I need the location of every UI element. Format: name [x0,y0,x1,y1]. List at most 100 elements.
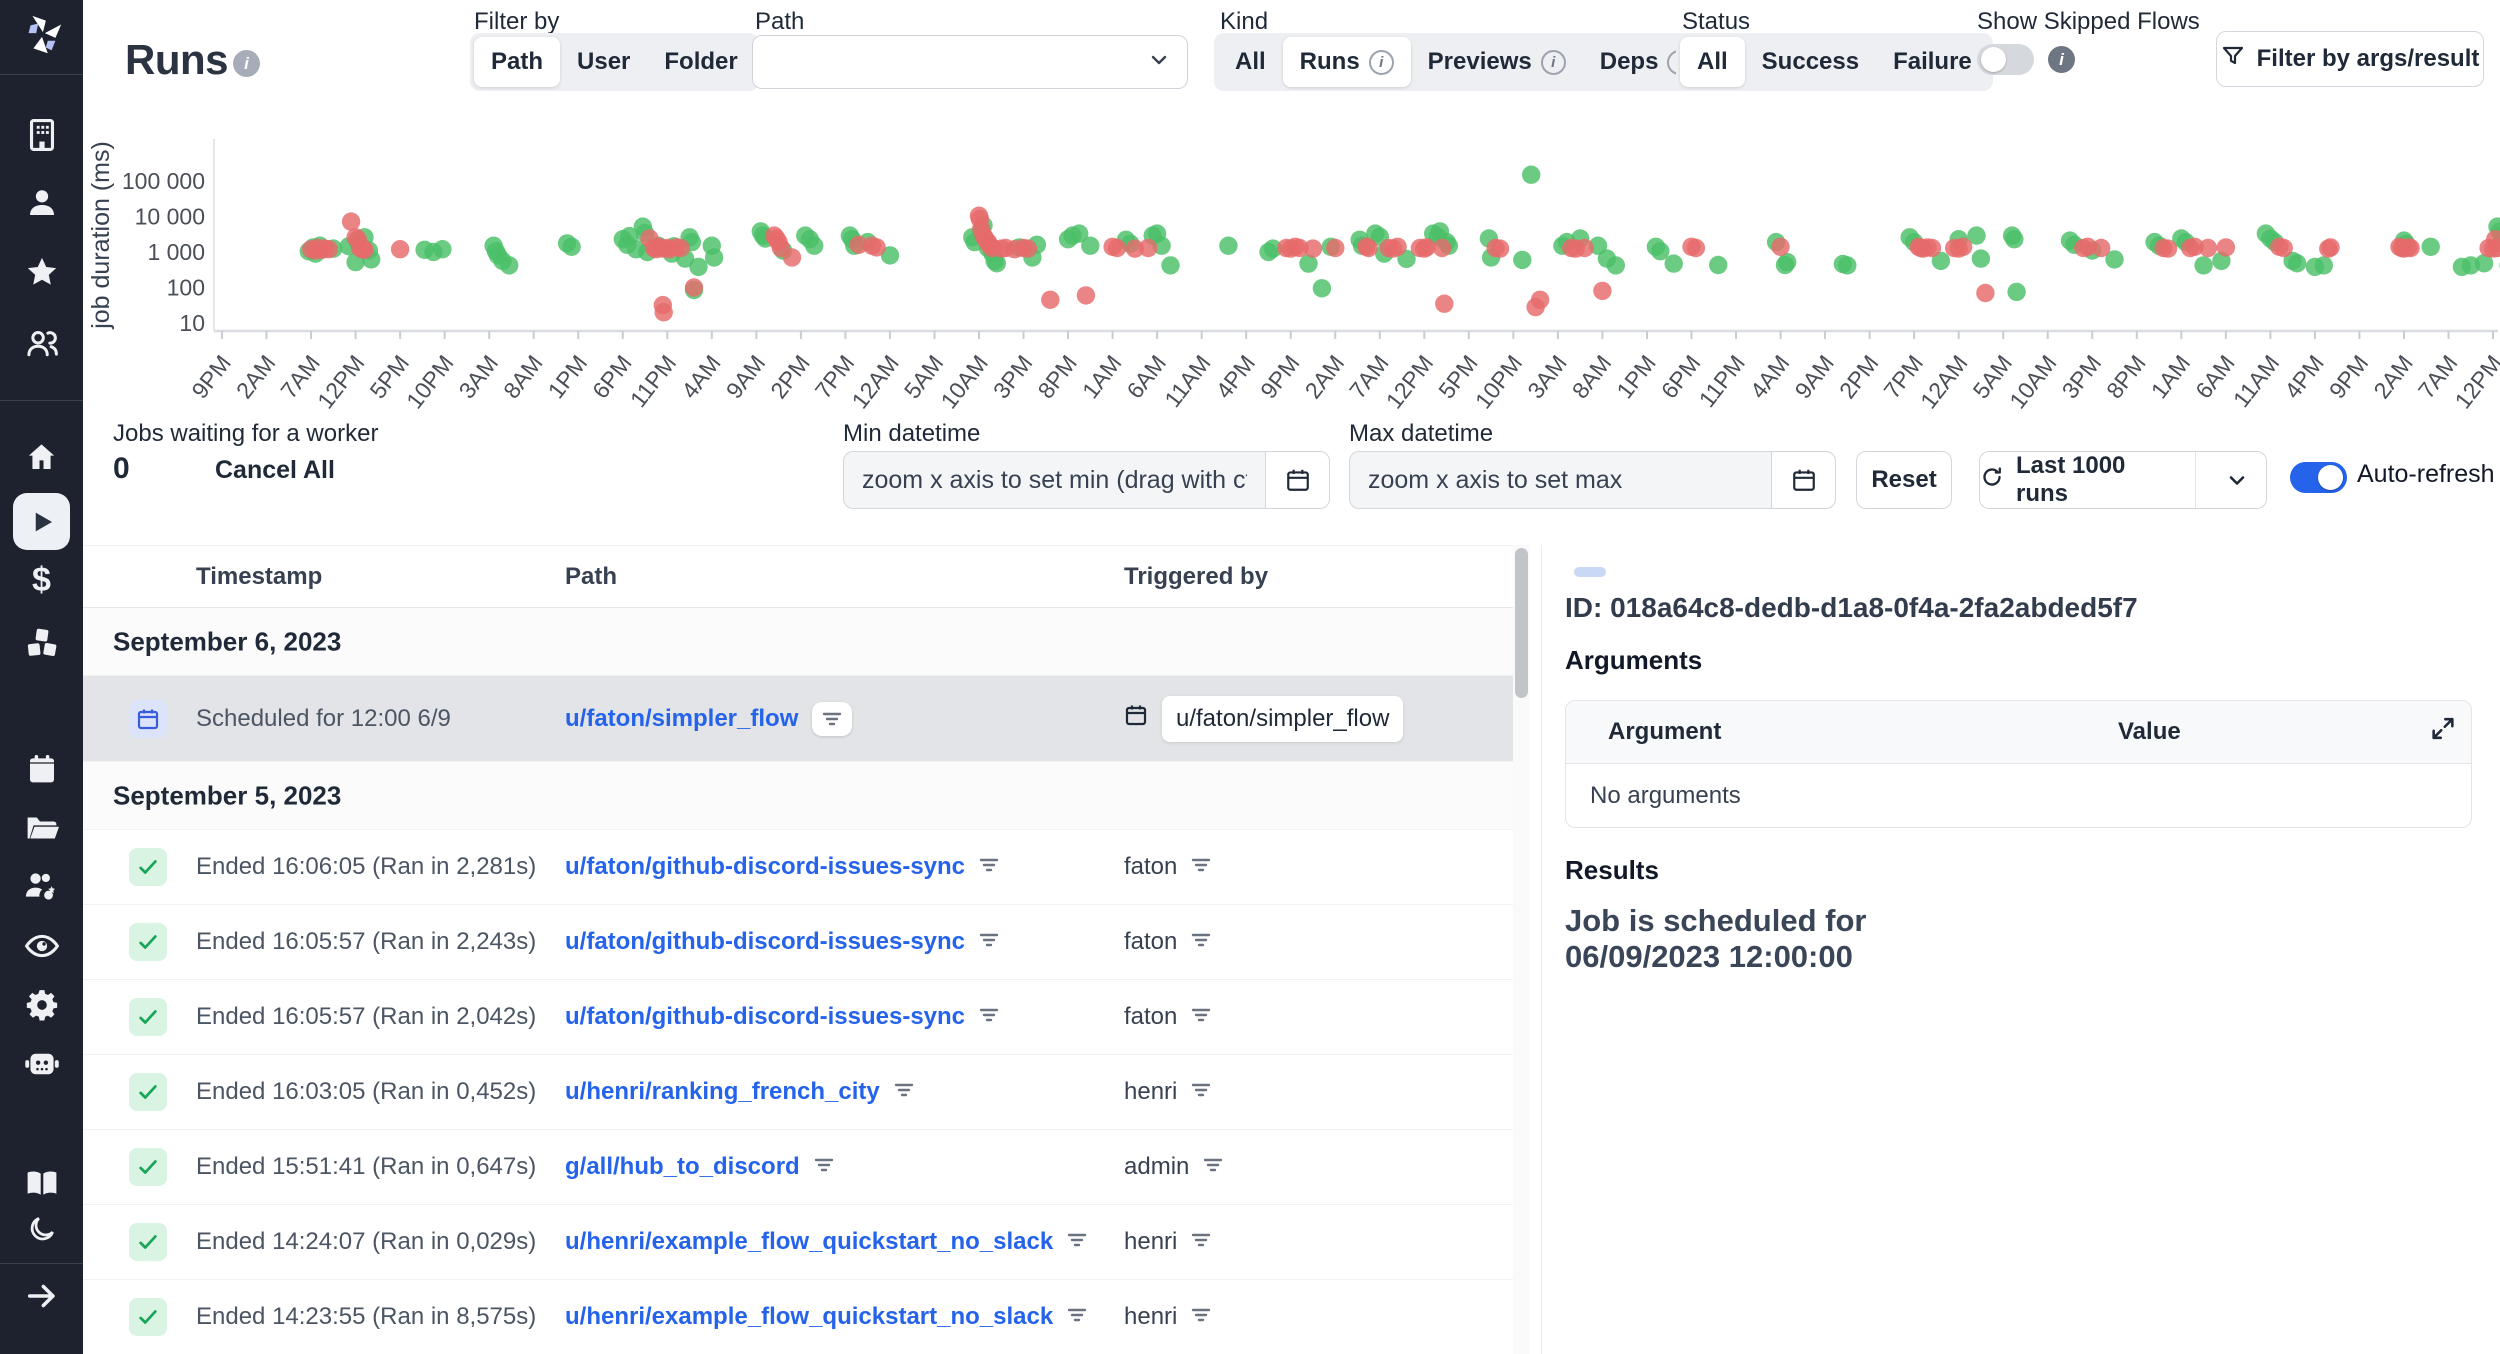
eye-icon[interactable] [0,922,83,970]
triggered-filter-icon[interactable] [1191,1303,1211,1331]
svg-text:8PM: 8PM [2101,350,2151,403]
col-argument: Argument [1608,718,1721,746]
skipped-flows-toggle[interactable] [1977,44,2034,75]
path-filter-icon[interactable] [814,1156,834,1179]
status-all-option[interactable]: All [1680,37,1745,87]
path-filter-icon[interactable] [1067,1231,1087,1254]
table-row[interactable]: Ended 16:03:05 (Ran in 0,452s)u/henri/ra… [83,1055,1513,1130]
user-icon[interactable] [0,179,83,227]
auto-refresh-toggle[interactable] [2290,462,2347,493]
reset-button[interactable]: Reset [1856,451,1952,509]
runs-info-icon[interactable]: i [233,50,260,77]
filter-by-path-option[interactable]: Path [474,37,560,87]
robot-icon[interactable] [0,1040,83,1088]
status-failure-option[interactable]: Failure [1876,37,1989,87]
run-timestamp: Ended 16:05:57 (Ran in 2,042s) [196,1003,536,1031]
max-datetime-input-group [1349,451,1836,509]
dollar-icon[interactable]: $ [0,556,83,604]
path-filter-icon[interactable] [979,1006,999,1029]
status-success-option[interactable]: Success [1745,37,1876,87]
filter-by-folder-option[interactable]: Folder [647,37,754,87]
table-row[interactable]: Ended 16:06:05 (Ran in 2,281s) u/faton/gi… [83,830,1513,905]
windmill-logo-icon[interactable] [19,12,65,58]
folder-icon[interactable] [0,804,83,852]
col-timestamp: Timestamp [196,563,322,591]
run-triggered-cell: henri [1124,1303,1211,1331]
auto-refresh-label: Auto-refresh [2357,460,2495,489]
triggered-filter-icon[interactable] [1191,928,1211,956]
run-path-link[interactable]: u/faton/github-discord-issues-sync [565,1003,965,1031]
table-row[interactable]: Ended 14:23:55 (Ran in 8,575s)u/henri/ex… [83,1280,1513,1354]
sidebar-divider [0,400,83,401]
moon-icon[interactable] [0,1205,83,1253]
triggered-filter-icon[interactable] [1203,1153,1223,1181]
scheduled-calendar-icon [129,700,167,738]
svg-text:12AM: 12AM [1915,350,1972,413]
kind-previews-option[interactable]: Previewsi [1411,37,1583,87]
last-runs-dropdown-button[interactable] [2208,468,2266,492]
triggered-filter-icon[interactable] [1191,853,1211,881]
user-group-icon[interactable] [0,319,83,367]
triggered-by-badge: u/faton/simpler_flow [1162,696,1403,742]
max-datetime-input[interactable] [1350,452,1771,508]
star-icon[interactable] [0,248,83,296]
runs-duration-chart[interactable]: 100 00010 0001 00010010job duration (ms)… [83,105,2500,415]
calendar-icon[interactable] [0,745,83,793]
user-gear-icon[interactable] [0,861,83,909]
svg-text:2AM: 2AM [1300,350,1350,403]
path-filter-icon[interactable] [894,1081,914,1104]
run-path-link[interactable]: u/henri/example_flow_quickstart_no_slack [565,1228,1053,1256]
arrow-right-icon[interactable] [0,1272,83,1320]
building-icon[interactable] [0,111,83,159]
triggered-filter-icon[interactable] [1191,1003,1211,1031]
run-path-cell: u/faton/github-discord-issues-sync [565,928,999,956]
max-datetime-calendar-button[interactable] [1771,452,1835,508]
table-row[interactable]: Ended 16:05:57 (Ran in 2,243s)u/faton/gi… [83,905,1513,980]
filter-by-user-option[interactable]: User [560,37,647,87]
filter-args-result-button[interactable]: Filter by args/result [2216,31,2484,87]
series-success [300,166,2500,304]
last-runs-button[interactable]: Last 1000 runs [1980,452,2183,508]
run-timestamp: Ended 16:06:05 (Ran in 2,281s) [196,853,536,881]
table-row[interactable]: Ended 15:51:41 (Ran in 0,647s)g/all/hub_… [83,1130,1513,1205]
min-datetime-input[interactable] [844,452,1265,508]
run-path-link[interactable]: g/all/hub_to_discord [565,1153,800,1181]
home-icon[interactable] [0,433,83,481]
status-label: Status [1682,8,1750,36]
scrollbar-thumb[interactable] [1515,548,1528,698]
success-check-icon [129,1298,167,1336]
run-path-link[interactable]: u/faton/github-discord-issues-sync [565,928,965,956]
run-path-link[interactable]: u/faton/simpler_flow [565,705,798,733]
kind-runs-option[interactable]: Runsi [1283,37,1411,87]
book-icon[interactable] [0,1159,83,1207]
info-icon: i [1541,50,1566,75]
cancel-all-button[interactable]: Cancel All [215,456,335,485]
panel-drag-handle[interactable] [1574,567,1606,577]
cubes-icon[interactable] [0,619,83,667]
path-filter-icon[interactable] [812,702,852,736]
svg-text:10PM: 10PM [401,350,458,413]
table-row[interactable]: Ended 14:24:07 (Ran in 0,029s) u/henri/ex… [83,1205,1513,1280]
svg-text:4AM: 4AM [676,350,726,403]
run-path-link[interactable]: u/faton/github-discord-issues-sync [565,853,965,881]
table-row[interactable]: Scheduled for 12:00 6/9u/faton/simpler_f… [83,676,1513,762]
run-path-link[interactable]: u/henri/ranking_french_city [565,1078,880,1106]
kind-all-option[interactable]: All [1218,37,1283,87]
path-filter-icon[interactable] [1067,1306,1087,1329]
gear-icon[interactable] [0,981,83,1029]
skipped-info-icon[interactable]: i [2048,46,2075,73]
run-timestamp: Ended 14:24:07 (Ran in 0,029s) [196,1228,536,1256]
svg-text:4AM: 4AM [1745,350,1795,403]
path-filter-icon[interactable] [979,856,999,879]
run-path-link[interactable]: u/henri/example_flow_quickstart_no_slack [565,1303,1053,1331]
triggered-filter-icon[interactable] [1191,1078,1211,1106]
play-icon[interactable] [13,493,70,550]
path-filter-icon[interactable] [979,931,999,954]
triggered-filter-icon[interactable] [1191,1228,1211,1256]
expand-icon[interactable] [2429,715,2457,750]
table-row[interactable]: Ended 16:05:57 (Ran in 2,042s) u/faton/gi… [83,980,1513,1055]
min-datetime-calendar-button[interactable] [1265,452,1329,508]
table-scrollbar[interactable] [1513,545,1530,1354]
sidebar-divider [0,74,83,75]
path-select[interactable] [752,35,1188,89]
